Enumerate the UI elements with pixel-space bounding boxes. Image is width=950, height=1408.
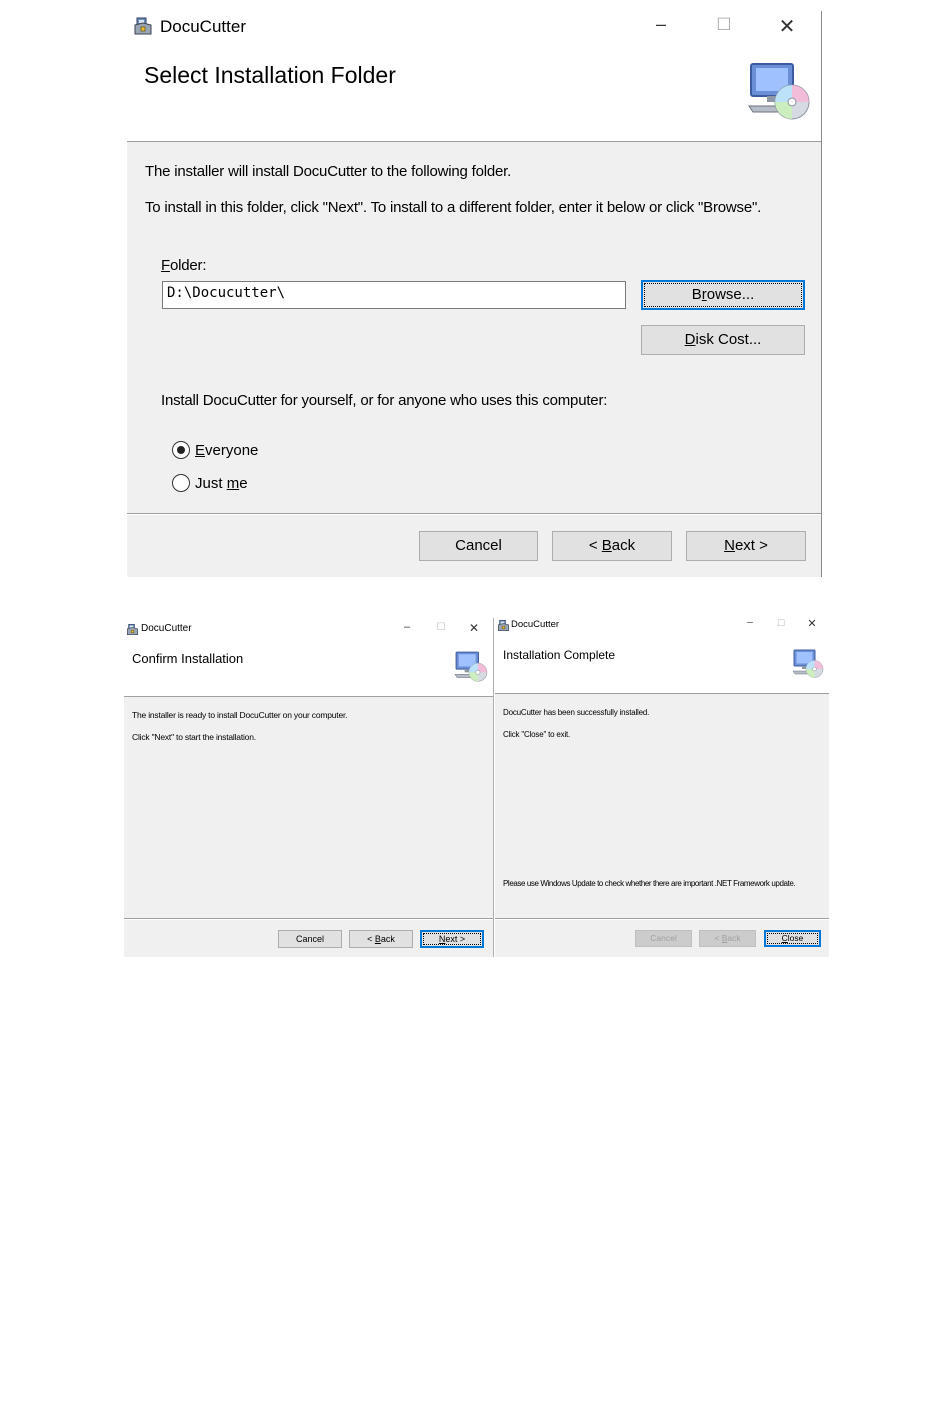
page-title: Select Installation Folder	[144, 62, 396, 88]
minimize-icon[interactable]: –	[743, 617, 757, 628]
back-button: < Back	[699, 930, 756, 947]
close-icon[interactable]: ✕	[805, 617, 819, 630]
computer-cd-icon	[747, 62, 811, 122]
cancel-button: Cancel	[635, 930, 692, 947]
description-line-2: Click "Next" to start the installation.	[132, 732, 256, 742]
disk-cost-button[interactable]: Disk Cost...	[641, 325, 805, 355]
cancel-button[interactable]: Cancel	[278, 930, 342, 948]
install-for-label: Install DocuCutter for yourself, or for …	[161, 392, 608, 409]
installer-app-icon	[497, 619, 510, 632]
folder-path-value: D:\Docucutter\	[167, 285, 286, 301]
cancel-button[interactable]: Cancel	[419, 531, 538, 561]
folder-path-input[interactable]: D:\Docucutter\	[162, 281, 626, 309]
radio-just-me[interactable]	[172, 474, 190, 492]
browse-button[interactable]: Browse...	[641, 280, 805, 310]
page-title: Installation Complete	[503, 648, 616, 662]
close-button[interactable]: Close	[764, 930, 821, 947]
back-button[interactable]: < Back	[349, 930, 413, 948]
description-line-1: DocuCutter has been successfully install…	[503, 708, 650, 717]
radio-selected-dot	[177, 446, 185, 454]
maximize-icon[interactable]: ☐	[709, 15, 739, 35]
close-icon[interactable]: ✕	[772, 14, 802, 39]
page-title: Confirm Installation	[132, 651, 244, 666]
minimize-icon[interactable]: –	[399, 621, 415, 633]
description-line-2: Click "Close" to exit.	[503, 730, 571, 739]
computer-cd-icon	[792, 647, 824, 681]
window-title: DocuCutter	[511, 619, 560, 630]
window-title: DocuCutter	[160, 17, 246, 36]
footer-divider	[127, 513, 821, 515]
window-divider	[493, 618, 494, 957]
installer-window-complete: DocuCutter – ☐ ✕ Installation Complete D…	[495, 616, 829, 957]
radio-just-me-label[interactable]: Just me	[195, 475, 248, 492]
window-title: DocuCutter	[141, 623, 192, 634]
computer-cd-icon	[454, 650, 488, 684]
installer-window-confirm: DocuCutter – ☐ ✕ Confirm Installation Th…	[124, 618, 493, 957]
installer-app-icon	[126, 623, 139, 636]
installer-app-icon	[133, 16, 153, 36]
next-button[interactable]: Next >	[420, 930, 484, 948]
description-line-1: The installer is ready to install DocuCu…	[132, 710, 348, 720]
back-button[interactable]: < Back	[552, 531, 672, 561]
maximize-icon[interactable]: ☐	[433, 622, 449, 633]
folder-label: Folder:	[161, 257, 207, 274]
radio-everyone-label[interactable]: Everyone	[195, 442, 258, 459]
footer-divider	[495, 918, 829, 920]
radio-everyone[interactable]	[172, 441, 190, 459]
installer-window-select-folder: DocuCutter – ☐ ✕ Select Installation Fol…	[127, 11, 822, 577]
footer-divider	[124, 918, 493, 920]
maximize-icon[interactable]: ☐	[774, 618, 788, 629]
next-button[interactable]: Next >	[686, 531, 806, 561]
close-icon[interactable]: ✕	[466, 621, 482, 635]
net-framework-note: Please use Windows Update to check wheth…	[503, 879, 796, 888]
description-line-2: To install in this folder, click "Next".…	[145, 199, 762, 216]
description-line-1: The installer will install DocuCutter to…	[145, 163, 512, 180]
minimize-icon[interactable]: –	[646, 14, 676, 35]
